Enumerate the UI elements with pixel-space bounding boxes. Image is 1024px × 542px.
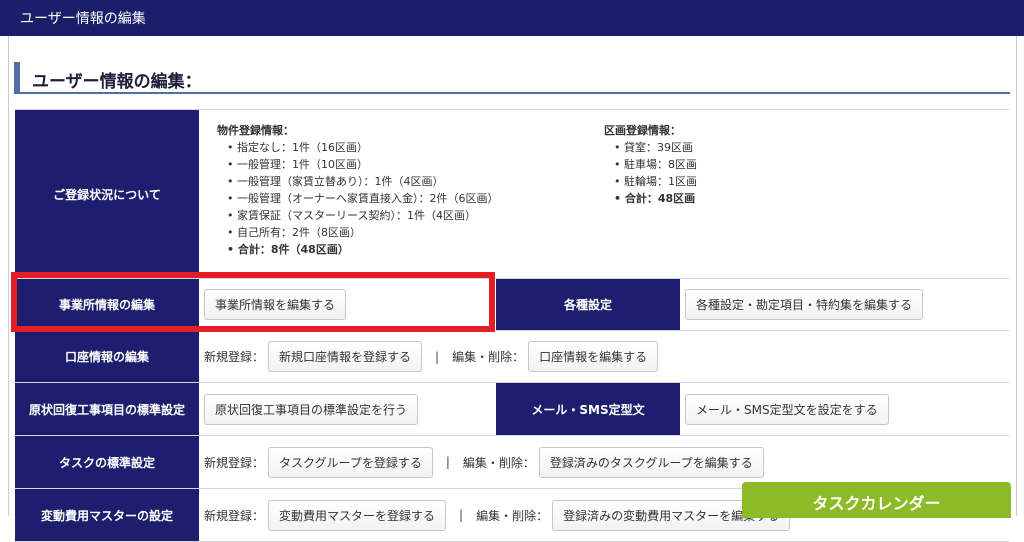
settings-label: 各種設定 <box>496 279 680 330</box>
list-item: 一般管理（家賃立替あり）：1件（4区画） <box>227 173 499 190</box>
office-row: 事業所情報の編集 事業所情報を編集する 各種設定 各種設定・勘定項目・特約集を編… <box>15 279 1009 331</box>
account-label: 口座情報の編集 <box>15 331 199 382</box>
window-header: ユーザー情報の編集 <box>0 0 1024 36</box>
new-label: 新規登録： <box>204 350 265 364</box>
register-account-button[interactable]: 新規口座情報を登録する <box>268 341 423 372</box>
mail-cell: メール・SMS定型文を設定をする <box>685 383 889 435</box>
property-total: 合計：8件（48区画） <box>227 241 499 258</box>
settings-cell: 各種設定・勘定項目・特約集を編集する <box>685 279 924 330</box>
property-info: 物件登録情報： 指定なし：1件（16区画） 一般管理：1件（10区画） 一般管理… <box>217 122 499 258</box>
edit-task-group-button[interactable]: 登録済みのタスクグループを編集する <box>538 446 764 478</box>
settings-table: ご登録状況について 物件登録情報： 指定なし：1件（16区画） 一般管理：1件（… <box>15 109 1009 542</box>
edit-office-button[interactable]: 事業所情報を編集する <box>204 289 347 320</box>
register-variable-cost-button[interactable]: 変動費用マスターを登録する <box>268 499 447 531</box>
registration-row: ご登録状況について 物件登録情報： 指定なし：1件（16区画） 一般管理：1件（… <box>15 110 1009 279</box>
list-item: 指定なし：1件（16区画） <box>227 139 499 156</box>
edit-label: 編集・削除： <box>452 350 525 364</box>
account-cell: 新規登録： 新規口座情報を登録する | 編集・削除： 口座情報を編集する <box>204 331 659 382</box>
mail-template-button[interactable]: メール・SMS定型文を設定をする <box>685 393 889 425</box>
restoration-label: 原状回復工事項目の標準設定 <box>15 383 199 435</box>
section-info: 区画登録情報： 貸室：39区画 駐車場：8区画 駐輪場：1区画 合計：48区画 <box>604 122 697 207</box>
list-item: 一般管理：1件（10区画） <box>227 156 499 173</box>
variable-cost-label: 変動費用マスターの設定 <box>15 489 199 541</box>
separator: | <box>445 455 450 469</box>
register-task-group-button[interactable]: タスクグループを登録する <box>268 446 433 478</box>
registration-label: ご登録状況について <box>15 110 199 278</box>
office-cell: 事業所情報を編集する <box>204 279 347 330</box>
task-cell: 新規登録： タスクグループを登録する | 編集・削除： 登録済みのタスクグループ… <box>204 436 764 488</box>
mail-label: メール・SMS定型文 <box>496 383 680 435</box>
account-row: 口座情報の編集 新規登録： 新規口座情報を登録する | 編集・削除： 口座情報を… <box>15 331 1009 383</box>
edit-label: 編集・削除： <box>476 508 549 523</box>
page-title: ユーザー情報の編集： <box>14 62 1010 94</box>
edit-label: 編集・削除： <box>462 455 535 470</box>
section-info-title: 区画登録情報： <box>604 124 681 137</box>
new-label: 新規登録： <box>204 455 265 470</box>
separator: | <box>435 349 440 364</box>
header-title: ユーザー情報の編集 <box>20 11 146 27</box>
list-item: 駐車場：8区画 <box>614 156 697 173</box>
variable-cost-cell: 新規登録： 変動費用マスターを登録する | 編集・削除： 登録済みの変動費用マス… <box>204 489 791 541</box>
office-label: 事業所情報の編集 <box>15 279 199 330</box>
list-item: 駐輪場：1区画 <box>614 173 697 190</box>
list-item: 家賃保証（マスターリース契約）：1件（4区画） <box>227 207 499 224</box>
separator: | <box>459 508 464 522</box>
restoration-settings-button[interactable]: 原状回復工事項目の標準設定を行う <box>204 393 419 425</box>
section-total: 合計：48区画 <box>614 190 697 207</box>
restoration-cell: 原状回復工事項目の標準設定を行う <box>204 383 419 435</box>
property-title: 物件登録情報： <box>217 124 294 137</box>
list-item: 一般管理（オーナーへ家賃直接入金）：2件（6区画） <box>227 190 499 207</box>
new-label: 新規登録： <box>204 508 265 523</box>
edit-account-button[interactable]: 口座情報を編集する <box>528 341 659 372</box>
list-item: 貸室：39区画 <box>614 139 697 156</box>
restoration-row: 原状回復工事項目の標準設定 原状回復工事項目の標準設定を行う メール・SMS定型… <box>15 383 1009 436</box>
task-label: タスクの標準設定 <box>15 436 199 488</box>
list-item: 自己所有：2件（8区画） <box>227 224 499 241</box>
edit-settings-button[interactable]: 各種設定・勘定項目・特約集を編集する <box>685 289 924 320</box>
